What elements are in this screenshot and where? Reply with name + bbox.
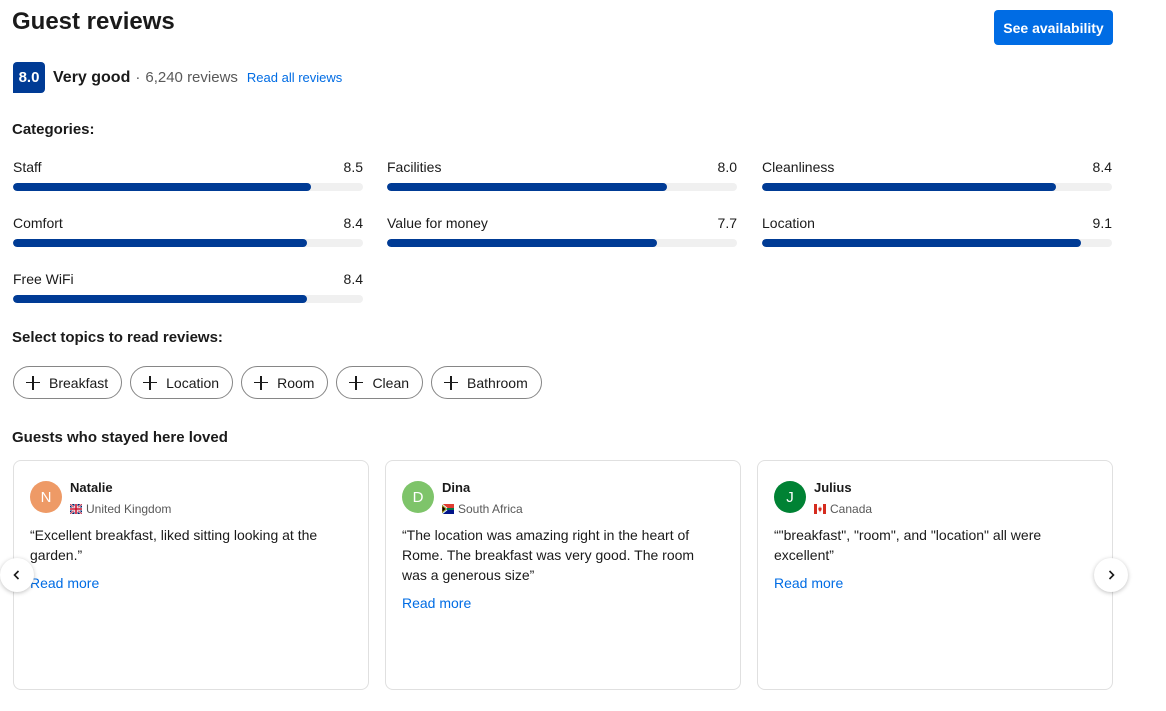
category-cleanliness: Cleanliness 8.4	[762, 159, 1112, 191]
category-staff: Staff 8.5	[13, 159, 363, 191]
category-bar-fill	[762, 239, 1081, 247]
chip-label: Clean	[372, 374, 410, 391]
topic-chip-room[interactable]: Room	[241, 366, 329, 399]
south-africa-flag-icon	[442, 504, 454, 514]
category-bar-fill	[13, 295, 307, 303]
score-badge: 8.0	[13, 62, 45, 93]
review-text-block: “"breakfast", "room", and "location" all…	[774, 525, 1094, 593]
topic-chip-location[interactable]: Location	[130, 366, 234, 399]
read-more-link[interactable]: Read more	[774, 573, 1094, 593]
category-bar	[387, 239, 737, 247]
avatar: D	[402, 481, 434, 513]
category-facilities: Facilities 8.0	[387, 159, 737, 191]
category-bar-fill	[762, 183, 1056, 191]
carousel-prev-button[interactable]	[0, 558, 34, 592]
category-score: 8.4	[343, 271, 363, 287]
score-label: Very good	[53, 68, 131, 86]
avatar: J	[774, 481, 806, 513]
review-card: J Julius Canada “"breakfast", "room", an…	[757, 460, 1113, 690]
review-text: “"breakfast", "room", and "location" all…	[774, 527, 1042, 563]
reviewer-name: Dina	[442, 480, 471, 495]
review-text-block: “Excellent breakfast, liked sitting look…	[30, 525, 350, 593]
chevron-right-icon	[1108, 570, 1115, 580]
category-name: Location	[762, 215, 815, 231]
topics-heading: Select topics to read reviews:	[12, 329, 223, 346]
canada-flag-icon	[814, 504, 826, 514]
plus-icon	[254, 375, 269, 390]
page-title: Guest reviews	[12, 8, 175, 35]
plus-icon	[26, 375, 40, 390]
category-bar	[13, 295, 363, 303]
see-availability-button[interactable]: See availability	[994, 10, 1113, 45]
country-name: United Kingdom	[86, 502, 172, 516]
category-bar	[762, 239, 1112, 247]
category-name: Comfort	[13, 215, 63, 231]
category-name: Staff	[13, 159, 42, 175]
category-bar-fill	[387, 239, 657, 247]
category-value-for-money: Value for money 7.7	[387, 215, 737, 247]
chip-label: Breakfast	[49, 374, 109, 391]
reviewer-country: Canada	[814, 502, 872, 516]
category-bar	[387, 183, 737, 191]
category-bar	[13, 239, 363, 247]
category-free-wifi: Free WiFi 8.4	[13, 271, 363, 303]
review-card: N Natalie United Kingdom “Excellent brea…	[13, 460, 369, 690]
chip-label: Location	[166, 374, 220, 391]
review-card: D Dina South Africa “The location was am…	[385, 460, 741, 690]
carousel-next-button[interactable]	[1094, 558, 1128, 592]
category-location: Location 9.1	[762, 215, 1112, 247]
uk-flag-icon	[70, 504, 82, 514]
category-score: 8.0	[717, 159, 737, 175]
category-comfort: Comfort 8.4	[13, 215, 363, 247]
reviewer-country: South Africa	[442, 502, 523, 516]
plus-icon	[444, 375, 459, 390]
reviewer-country: United Kingdom	[70, 502, 171, 516]
review-text-block: “The location was amazing right in the h…	[402, 525, 722, 613]
category-name: Free WiFi	[13, 271, 74, 287]
review-text: “The location was amazing right in the h…	[402, 527, 695, 583]
chip-label: Room	[277, 374, 315, 391]
topic-chip-clean[interactable]: Clean	[336, 366, 424, 399]
chevron-left-icon	[13, 570, 20, 580]
category-name: Facilities	[387, 159, 442, 175]
read-more-link[interactable]: Read more	[30, 573, 350, 593]
category-bar	[13, 183, 363, 191]
reviewer-name: Julius	[814, 480, 852, 495]
read-more-link[interactable]: Read more	[402, 593, 722, 613]
topic-chips: Breakfast Location Room Clean Bathroom	[13, 366, 542, 399]
plus-icon	[349, 375, 364, 390]
chip-label: Bathroom	[467, 374, 528, 391]
category-score: 8.5	[343, 159, 363, 175]
topic-chip-bathroom[interactable]: Bathroom	[431, 366, 542, 399]
topic-chip-breakfast[interactable]: Breakfast	[13, 366, 123, 399]
category-name: Value for money	[387, 215, 488, 231]
categories-heading: Categories:	[12, 121, 95, 138]
category-bar-fill	[13, 183, 311, 191]
category-bar-fill	[13, 239, 307, 247]
review-count: 6,240 reviews	[145, 69, 238, 86]
country-name: Canada	[830, 502, 873, 516]
read-all-reviews-link[interactable]: Read all reviews	[247, 70, 342, 85]
review-text: “Excellent breakfast, liked sitting look…	[30, 527, 318, 563]
category-score: 8.4	[343, 215, 363, 231]
avatar: N	[30, 481, 62, 513]
plus-icon	[143, 375, 158, 390]
country-name: South Africa	[458, 502, 523, 516]
category-score: 8.4	[1092, 159, 1112, 175]
category-name: Cleanliness	[762, 159, 835, 175]
category-score: 9.1	[1092, 215, 1112, 231]
score-separator: ·	[135, 69, 141, 86]
reviewer-name: Natalie	[70, 480, 113, 495]
category-score: 7.7	[717, 215, 737, 231]
loved-heading: Guests who stayed here loved	[12, 429, 228, 446]
category-bar-fill	[387, 183, 667, 191]
review-score-summary: 8.0 Very good · 6,240 reviews Read all r…	[13, 62, 342, 93]
category-bar	[762, 183, 1112, 191]
